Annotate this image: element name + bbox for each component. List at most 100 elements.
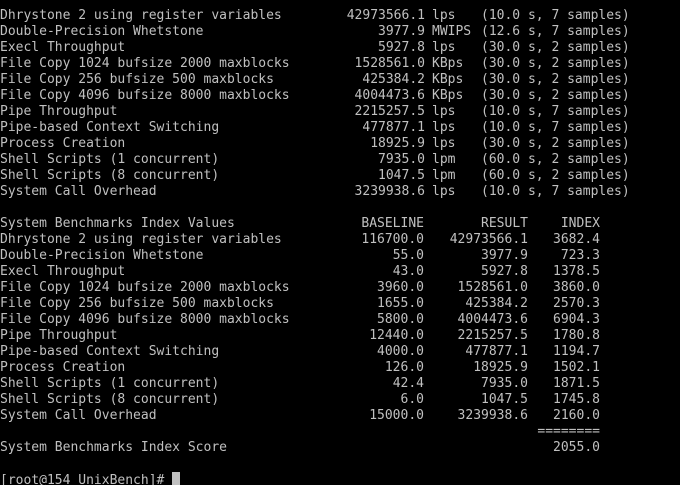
index-value: 1378.5 [553, 264, 600, 279]
result-detail: (30.0 s, 2 samples) [481, 136, 630, 151]
baseline-value: 6.0 [400, 392, 424, 407]
result-detail: (60.0 s, 2 samples) [481, 168, 630, 183]
index-value: 3860.0 [553, 280, 600, 295]
result-detail: (30.0 s, 2 samples) [481, 56, 630, 71]
index-row: Double-Precision Whetstone 55.0 3977.9 723.… [0, 248, 680, 264]
baseline-value: 5800.0 [377, 312, 424, 327]
result-value: 4004473.6 [457, 312, 528, 327]
result-value: 1528561.0 [354, 56, 425, 71]
index-row: File Copy 4096 bufsize 8000 maxblocks 580… [0, 312, 680, 328]
separator: ======== [537, 424, 600, 439]
index-row-name: Dhrystone 2 using register variables [0, 232, 282, 247]
result-value: 18925.9 [370, 136, 425, 151]
baseline-value: 1655.0 [377, 296, 424, 311]
shell-prompt: [root@154 UnixBench]# [0, 473, 165, 485]
result-line: Shell Scripts (1 concurrent) 7935.0 lpm (60… [0, 152, 680, 168]
index-row-name: Process Creation [0, 360, 126, 375]
score-line: System Benchmarks Index Score 2055.0 [0, 440, 680, 456]
result-value: 1528561.0 [457, 280, 528, 295]
result-line: Shell Scripts (8 concurrent) 1047.5 lpm (60… [0, 168, 680, 184]
index-header: System Benchmarks Index Values BASELINE RE… [0, 216, 680, 232]
baseline-value: 3960.0 [377, 280, 424, 295]
benchmark-name: File Copy 4096 bufsize 8000 maxblocks [0, 88, 290, 103]
baseline-value: 4000.0 [377, 344, 424, 359]
result-value: 3977.9 [378, 24, 425, 39]
index-value: 1871.5 [553, 376, 600, 391]
benchmark-name: System Call Overhead [0, 184, 157, 199]
index-row-name: Shell Scripts (8 concurrent) [0, 392, 220, 407]
index-row-name: File Copy 4096 bufsize 8000 maxblocks [0, 312, 290, 327]
result-value: 7935.0 [378, 152, 425, 167]
index-row-name: Double-Precision Whetstone [0, 248, 204, 263]
index-row: Pipe-based Context Switching 4000.0 477877… [0, 344, 680, 360]
result-detail: (10.0 s, 7 samples) [481, 184, 630, 199]
result-line: File Copy 4096 bufsize 8000 maxblocks 400… [0, 88, 680, 104]
result-value: 1047.5 [378, 168, 425, 183]
result-unit: lpm [432, 168, 456, 183]
benchmark-name: Pipe-based Context Switching [0, 120, 220, 135]
result-unit: lps [432, 104, 456, 119]
index-row-name: Execl Throughput [0, 264, 126, 279]
result-value: 3239938.6 [354, 184, 425, 199]
index-row-name: Pipe Throughput [0, 328, 118, 343]
result-unit: lps [432, 40, 456, 55]
prompt-line: [root@154 UnixBench]# [0, 472, 680, 485]
index-row: Shell Scripts (8 concurrent) 6.0 1047.5 174… [0, 392, 680, 408]
result-unit: KBps [432, 56, 464, 71]
result-value: 5927.8 [481, 264, 528, 279]
result-unit: MWIPS [432, 24, 472, 39]
index-row-name: File Copy 256 bufsize 500 maxblocks [0, 296, 274, 311]
result-detail: (10.0 s, 7 samples) [481, 104, 630, 119]
result-detail: (30.0 s, 2 samples) [481, 40, 630, 55]
baseline-value: 12440.0 [369, 328, 424, 343]
index-value: 2570.3 [553, 296, 600, 311]
result-value: 3977.9 [481, 248, 528, 263]
terminal-window[interactable]: Dhrystone 2 using register variables 4297… [0, 0, 680, 485]
result-unit: lps [432, 120, 456, 135]
baseline-value: 42.4 [392, 376, 424, 391]
result-line: Process Creation 18925.9 lps (30.0 s, 2 sam… [0, 136, 680, 152]
result-value: 425384.2 [465, 296, 528, 311]
result-value: 5927.8 [378, 40, 425, 55]
index-header-label: INDEX [560, 216, 600, 231]
result-value: 477877.1 [465, 344, 528, 359]
result-detail: (30.0 s, 2 samples) [481, 72, 630, 87]
result-detail: (12.6 s, 7 samples) [481, 24, 630, 39]
separator-line: ======== [0, 424, 680, 440]
score-label: System Benchmarks Index Score [0, 440, 227, 455]
index-value: 1745.8 [553, 392, 600, 407]
result-unit: lps [432, 184, 456, 199]
result-line: File Copy 1024 bufsize 2000 maxblocks 152… [0, 56, 680, 72]
text-cursor[interactable] [172, 472, 181, 485]
result-detail: (10.0 s, 7 samples) [481, 8, 630, 23]
baseline-value: 55.0 [392, 248, 424, 263]
index-row: File Copy 1024 bufsize 2000 maxblocks 396… [0, 280, 680, 296]
index-value: 723.3 [560, 248, 600, 263]
index-row: Shell Scripts (1 concurrent) 42.4 7935.0 18… [0, 376, 680, 392]
index-row-name: Shell Scripts (1 concurrent) [0, 376, 220, 391]
result-line: Double-Precision Whetstone 3977.9 MWIPS (12… [0, 24, 680, 40]
result-unit: KBps [432, 88, 464, 103]
baseline-value: 43.0 [392, 264, 424, 279]
benchmark-name: File Copy 1024 bufsize 2000 maxblocks [0, 56, 290, 71]
result-value: 477877.1 [362, 120, 425, 135]
benchmark-name: Double-Precision Whetstone [0, 24, 204, 39]
benchmark-name: Execl Throughput [0, 40, 126, 55]
result-value: 1047.5 [481, 392, 528, 407]
index-value: 1780.8 [553, 328, 600, 343]
result-line: Pipe-based Context Switching 477877.1 lps (… [0, 120, 680, 136]
baseline-value: 15000.0 [369, 408, 424, 423]
benchmark-name: Dhrystone 2 using register variables [0, 8, 282, 23]
result-unit: lps [432, 136, 456, 151]
result-line: File Copy 256 bufsize 500 maxblocks 42538… [0, 72, 680, 88]
index-row: Execl Throughput 43.0 5927.8 1378.5 [0, 264, 680, 280]
benchmark-name: Shell Scripts (1 concurrent) [0, 152, 220, 167]
result-value: 7935.0 [481, 376, 528, 391]
result-line: Dhrystone 2 using register variables 4297… [0, 8, 680, 24]
result-unit: lpm [432, 152, 456, 167]
index-row-name: System Call Overhead [0, 408, 157, 423]
result-header: RESULT [481, 216, 528, 231]
index-value: 2160.0 [553, 408, 600, 423]
index-row: Process Creation 126.0 18925.9 1502.1 [0, 360, 680, 376]
result-value: 42973566.1 [449, 232, 528, 247]
